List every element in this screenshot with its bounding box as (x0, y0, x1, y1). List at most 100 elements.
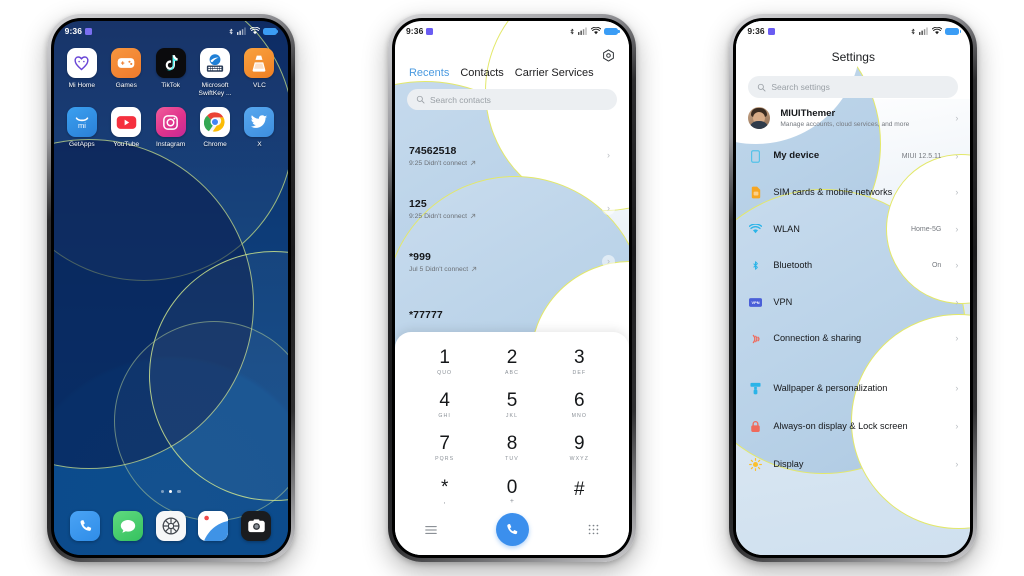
settings-row-sim-cards[interactable]: SIM cards & mobile networks › (748, 175, 958, 212)
call-details-button[interactable]: › (601, 255, 615, 268)
wallpaper-brush-icon (748, 382, 763, 395)
call-row[interactable]: *999 Jul 5 Didn't connect › (409, 235, 615, 288)
key-3[interactable]: 3 DEF (546, 342, 613, 382)
app-youtube[interactable]: YouTube (104, 107, 148, 149)
call-detail-text: 9:25 Didn't connect (408, 212, 467, 220)
row-label: SIM cards & mobile networks (773, 187, 893, 198)
settings-row-connection-sharing[interactable]: Connection & sharing › (748, 321, 958, 358)
wifi-icon (932, 27, 943, 35)
settings-row-my-device[interactable]: My device MIUI 12.5.11 › (748, 138, 958, 175)
key-sub: DEF (572, 370, 587, 376)
app-vlc[interactable]: VLC (237, 48, 281, 98)
key-sub: ABC (504, 370, 519, 376)
app-instagram[interactable]: Instagram (148, 107, 192, 149)
tab-carrier-services[interactable]: Carrier Services (515, 67, 594, 79)
camera-icon[interactable] (241, 511, 272, 541)
app-games[interactable]: Games (104, 48, 148, 98)
hamburger-menu-icon[interactable] (425, 525, 437, 535)
status-clock: 9:36 (64, 26, 83, 36)
tab-recents[interactable]: Recents (409, 67, 449, 79)
status-clock: 9:36 (747, 26, 765, 36)
phone-device-dialer: 9:36 Recents Contacts Carrier Services S… (387, 14, 636, 562)
key-sub: + (509, 497, 515, 505)
chevron-right-icon: › (606, 256, 610, 266)
app-getapps[interactable]: mi GetApps (60, 107, 104, 149)
key-5[interactable]: 5 JKL (478, 385, 545, 425)
phone-icon[interactable] (70, 511, 101, 541)
search-contacts-input[interactable]: Search contacts (406, 89, 617, 110)
lock-icon (748, 420, 763, 433)
status-bar-left: 9:36 (747, 26, 775, 36)
key-4[interactable]: 4 GHI (411, 385, 478, 425)
app-label: Games (115, 82, 137, 89)
call-detail: 9:25 Didn't connect (409, 213, 476, 220)
call-info: 74562518 9:25 Didn't connect (409, 145, 476, 167)
messages-icon[interactable] (112, 511, 143, 541)
dialer-settings-button[interactable] (602, 49, 615, 62)
call-info: 125 9:25 Didn't connect (409, 198, 476, 220)
call-detail: 9:25 Didn't connect (409, 160, 476, 167)
vpn-icon: VPN (748, 297, 763, 307)
battery-icon (945, 27, 962, 35)
account-subtitle: Manage accounts, cloud services, and mor… (780, 121, 910, 129)
call-detail: Jul 5 Didn't connect (409, 266, 477, 273)
getapps-icon: mi (66, 107, 97, 138)
row-label: Display (773, 459, 804, 470)
key-hash[interactable]: # (546, 471, 613, 511)
call-row[interactable]: 125 9:25 Didn't connect › (409, 182, 615, 235)
key-9[interactable]: 9 WXYZ (546, 428, 613, 468)
call-button[interactable] (495, 513, 529, 546)
settings-row-account[interactable]: MIUIThemer Manage accounts, cloud servic… (748, 98, 958, 138)
call-number: *77777 (408, 308, 443, 321)
key-8[interactable]: 8 TUV (478, 428, 545, 468)
app-label: YouTube (113, 141, 140, 149)
mi-home-icon (66, 48, 97, 78)
app-mi-home[interactable]: Mi Home (60, 48, 104, 98)
row-text: My device (773, 150, 891, 162)
app-x-twitter[interactable]: X (237, 107, 281, 149)
chevron-right-icon: › (606, 150, 610, 160)
key-0[interactable]: 0 + (478, 471, 545, 511)
call-details-button[interactable]: › (601, 149, 615, 162)
app-tiktok[interactable]: TikTok (148, 48, 192, 98)
key-digit: 1 (439, 347, 450, 368)
app-label: Microsoft SwiftKey ... (198, 82, 232, 98)
page-title: Settings (831, 50, 875, 64)
settings-row-always-on-display[interactable]: Always-on display & Lock screen › (748, 407, 958, 447)
call-row[interactable]: 74562518 9:25 Didn't connect › (409, 129, 615, 182)
gallery-icon[interactable] (198, 511, 229, 541)
settings-row-vpn[interactable]: VPN VPN › (748, 284, 958, 321)
chevron-right-icon: › (955, 150, 959, 161)
chevron-right-icon: › (955, 112, 959, 123)
app-swiftkey[interactable]: Microsoft SwiftKey ... (193, 48, 237, 98)
settings-row-wallpaper[interactable]: Wallpaper & personalization › (748, 370, 958, 407)
app-chrome[interactable]: Chrome (193, 107, 237, 149)
search-placeholder: Search contacts (429, 94, 491, 105)
dialer-tabs: Recents Contacts Carrier Services (395, 41, 629, 79)
notification-badge-icon (767, 27, 775, 35)
display-sun-icon (748, 458, 763, 472)
key-digit: 2 (506, 347, 518, 368)
vlc-icon (244, 48, 275, 78)
call-info: *999 Jul 5 Didn't connect (409, 251, 477, 273)
key-6[interactable]: 6 MNO (546, 385, 613, 425)
settings-row-display[interactable]: Display › (748, 447, 958, 484)
call-details-button[interactable]: › (601, 202, 615, 215)
dialpad-grid-icon[interactable] (588, 524, 599, 535)
settings-gear-icon[interactable] (155, 511, 186, 541)
account-name: MIUIThemer (780, 107, 836, 119)
settings-row-bluetooth[interactable]: Bluetooth On › (748, 248, 958, 285)
screenshot-stage: 9:36 Mi Home Games TikTok Microsoft Swif… (0, 0, 1024, 576)
key-7[interactable]: 7 PQRS (411, 428, 478, 468)
page-indicator-dots[interactable] (54, 489, 288, 493)
chevron-right-icon: › (955, 223, 959, 234)
search-settings-input[interactable]: Search settings (748, 76, 959, 98)
key-2[interactable]: 2 ABC (478, 342, 545, 382)
tab-contacts[interactable]: Contacts (460, 67, 503, 79)
row-text: SIM cards & mobile networks (773, 187, 931, 198)
row-text: VPN (773, 297, 931, 308)
battery-icon (603, 27, 620, 35)
settings-row-wlan[interactable]: WLAN Home-5G › (748, 211, 958, 248)
key-star[interactable]: *, (411, 471, 478, 511)
key-1[interactable]: 1 QUO (411, 342, 478, 382)
